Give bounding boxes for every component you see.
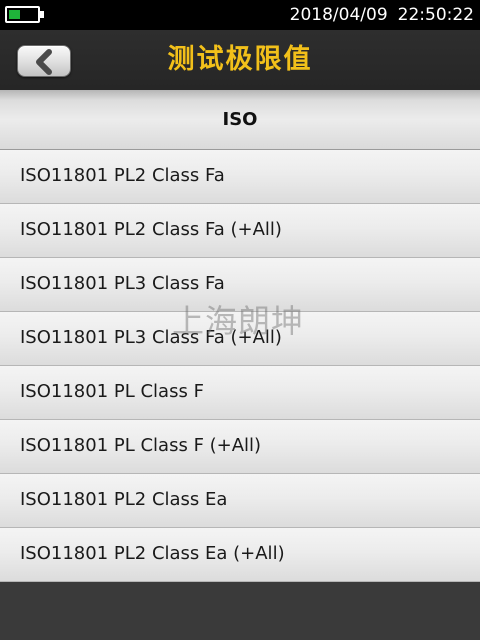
limit-item[interactable]: ISO11801 PL2 Class Fa (+All) (0, 204, 480, 258)
status-time: 22:50:22 (397, 5, 474, 25)
header-bar: 测试极限值 (0, 30, 480, 90)
chevron-left-icon (36, 49, 52, 75)
battery-icon (5, 6, 40, 23)
limit-item[interactable]: ISO11801 PL3 Class Fa (0, 258, 480, 312)
section-header: ISO (0, 90, 480, 150)
battery-terminal (40, 11, 44, 18)
limit-item[interactable]: ISO11801 PL2 Class Ea (+All) (0, 528, 480, 582)
section-title: ISO (222, 109, 258, 130)
limit-item[interactable]: ISO11801 PL Class F (0, 366, 480, 420)
battery-level-fill (9, 10, 20, 19)
limit-item[interactable]: ISO11801 PL2 Class Ea (0, 474, 480, 528)
limit-list: ISO11801 PL2 Class Fa ISO11801 PL2 Class… (0, 150, 480, 582)
limit-item[interactable]: ISO11801 PL2 Class Fa (0, 150, 480, 204)
status-bar: 2018/04/09 22:50:22 (0, 0, 480, 30)
page-title: 测试极限值 (167, 44, 313, 75)
limit-item[interactable]: ISO11801 PL Class F (+All) (0, 420, 480, 474)
datetime: 2018/04/09 22:50:22 (290, 4, 474, 26)
status-date: 2018/04/09 (289, 5, 388, 25)
back-button[interactable] (17, 45, 71, 77)
limit-item[interactable]: ISO11801 PL3 Class Fa (+All) (0, 312, 480, 366)
